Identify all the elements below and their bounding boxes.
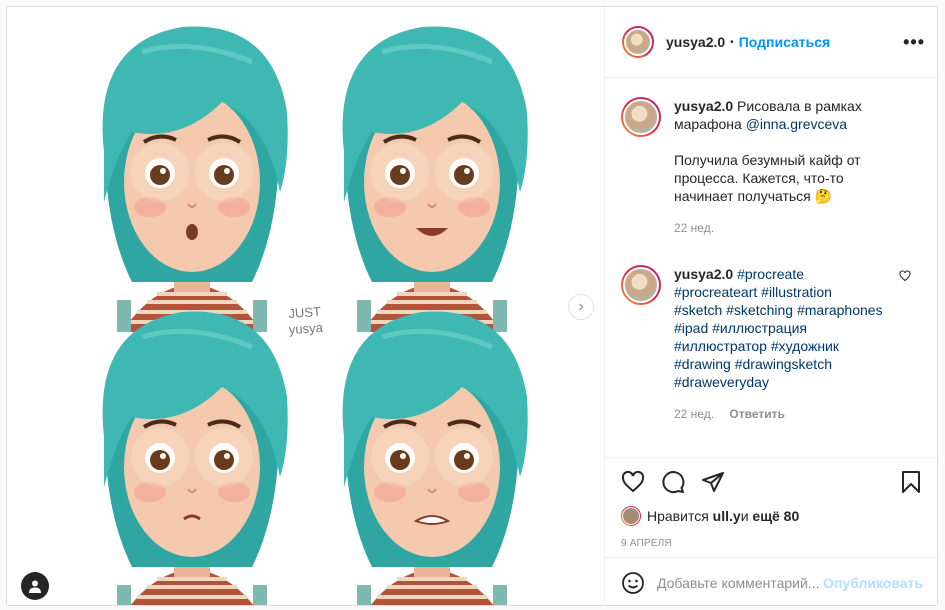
comment-icon[interactable] xyxy=(661,470,685,494)
emoji-icon[interactable] xyxy=(621,571,645,595)
likes-count[interactable]: ещё 80 xyxy=(752,508,799,524)
comment-username[interactable]: yusya2.0 xyxy=(674,266,733,282)
avatar[interactable] xyxy=(621,506,641,526)
share-icon[interactable] xyxy=(701,470,725,494)
username[interactable]: yusya2.0 xyxy=(666,34,725,50)
follow-button[interactable]: Подписаться xyxy=(739,34,831,50)
svg-text:JUST: JUST xyxy=(288,304,322,321)
comment-input[interactable]: Добавьте комментарий... xyxy=(657,575,819,591)
separator-dot: • xyxy=(730,36,734,48)
watermark: JUST yusya xyxy=(288,304,324,337)
caption: yusya2.0 Рисовала в рамках марафона @inn… xyxy=(621,79,923,237)
comment: yusya2.0 #procreate #procreateart #illus… xyxy=(621,237,923,423)
chevron-right-icon[interactable]: › xyxy=(568,294,594,320)
avatar[interactable] xyxy=(621,97,661,137)
post-card: JUST yusya › yusya2.0 • Подписаться ••• … xyxy=(6,6,938,606)
post-date[interactable]: 9 АПРЕЛЯ xyxy=(621,538,923,549)
action-bar: Нравится ull.y и ещё 80 9 АПРЕЛЯ xyxy=(605,457,937,557)
post-header: yusya2.0 • Подписаться ••• xyxy=(605,7,937,78)
add-comment-bar: Добавьте комментарий... Опубликовать xyxy=(605,557,937,605)
hashtags[interactable]: #procreate #procreateart #illustration #… xyxy=(674,266,883,390)
comment-time[interactable]: 22 нед. xyxy=(674,407,714,421)
heart-icon[interactable] xyxy=(621,470,645,494)
tagged-user-icon[interactable] xyxy=(21,572,49,600)
avatar[interactable] xyxy=(622,26,654,58)
svg-text:yusya: yusya xyxy=(288,320,324,337)
liker-username[interactable]: ull.y xyxy=(713,508,741,524)
mention-link[interactable]: @inna.grevceva xyxy=(746,116,847,132)
like-comment-icon[interactable] xyxy=(899,270,911,282)
more-options-icon[interactable]: ••• xyxy=(903,32,925,53)
publish-button[interactable]: Опубликовать xyxy=(823,575,923,591)
caption-username[interactable]: yusya2.0 xyxy=(674,98,733,114)
likes-summary: Нравится ull.y и ещё 80 xyxy=(621,506,923,526)
avatar[interactable] xyxy=(621,265,661,305)
post-image[interactable]: JUST yusya › xyxy=(7,7,604,606)
post-sidebar: yusya2.0 • Подписаться ••• yusya2.0 Рисо… xyxy=(604,7,937,605)
reply-button[interactable]: Ответить xyxy=(729,407,784,421)
caption-time[interactable]: 22 нед. xyxy=(674,221,714,235)
caption-text-2: Получила безумный кайф от процесса. Каже… xyxy=(674,152,861,204)
comments-list[interactable]: yusya2.0 Рисовала в рамках марафона @inn… xyxy=(605,79,937,457)
bookmark-icon[interactable] xyxy=(899,470,923,494)
illustration-four-faces: JUST yusya xyxy=(7,7,604,606)
